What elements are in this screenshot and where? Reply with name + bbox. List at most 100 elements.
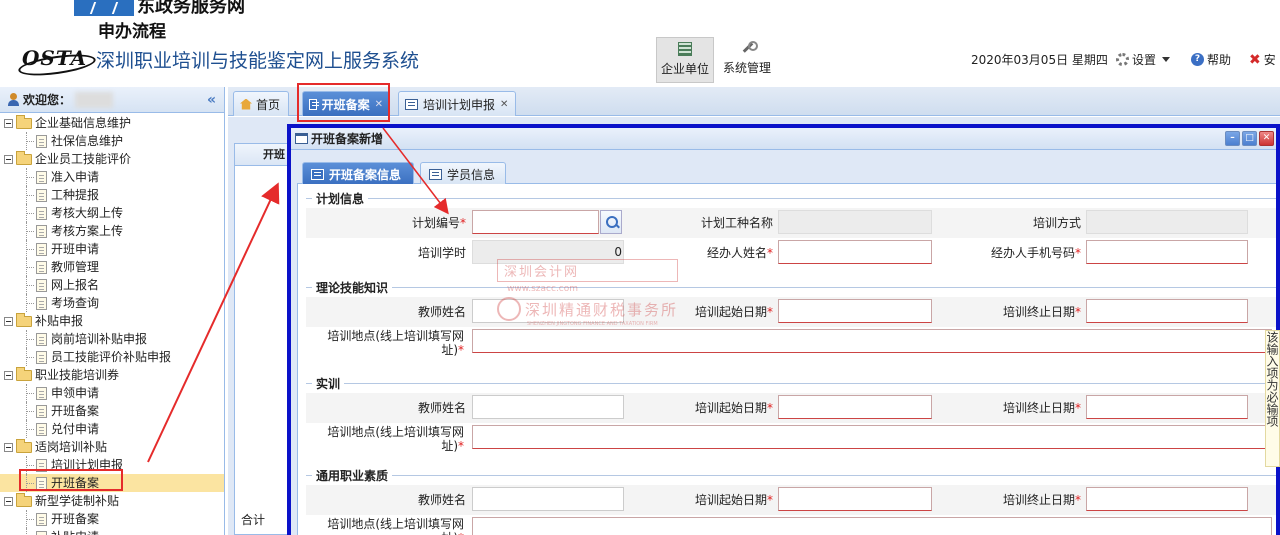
current-datetime: 2020年03月05日 星期四 — [971, 53, 1108, 67]
gov-portal-title: 东政务服务网 — [137, 0, 245, 17]
tree-item[interactable]: 培训计划申报 — [0, 456, 224, 474]
tree-group[interactable]: 补贴申报 — [0, 312, 224, 330]
document-icon — [36, 530, 47, 535]
handler-name-input[interactable] — [778, 240, 932, 264]
tree-item[interactable]: 申领申请 — [0, 384, 224, 402]
nav-system-management-button[interactable]: 系统管理 — [718, 37, 776, 83]
tab-class-filing-label: 开班备案 — [321, 97, 370, 112]
train-hours-field: 0 — [472, 240, 624, 264]
window-icon — [295, 133, 308, 144]
theory-place-input[interactable] — [472, 329, 1272, 353]
tab-class-filing[interactable]: 开班备案 ✕ — [302, 91, 390, 116]
logout-label: 安 — [1263, 53, 1276, 67]
tab-training-plan[interactable]: 培训计划申报 ✕ — [398, 91, 516, 116]
tree-item[interactable]: 准入申请 — [0, 168, 224, 186]
collapse-toggle-icon[interactable] — [4, 154, 13, 164]
plan-no-input[interactable] — [472, 210, 599, 234]
home-icon — [240, 98, 252, 110]
chevron-down-icon — [1162, 57, 1171, 62]
tree-item-label: 企业基础信息维护 — [35, 116, 132, 130]
tree-item-label: 职业技能培训券 — [35, 368, 120, 382]
collapse-toggle-icon[interactable] — [4, 370, 13, 380]
section-general-title: 通用职业素质 — [316, 469, 389, 483]
tree-item[interactable]: 开班备案 — [0, 402, 224, 420]
form-icon — [405, 98, 418, 110]
document-icon — [36, 170, 47, 184]
practice-teacher-input[interactable] — [472, 395, 624, 419]
document-icon — [36, 458, 47, 472]
tab-class-filing-info[interactable]: 开班备案信息 — [302, 162, 414, 185]
practice-end-date-input[interactable] — [1086, 395, 1248, 419]
theory-teacher-input[interactable] — [472, 299, 624, 323]
tree-group[interactable]: 适岗培训补贴 — [0, 438, 224, 456]
practice-teacher-label: 教师姓名 — [417, 401, 466, 415]
tree-item-label: 培训计划申报 — [51, 458, 124, 472]
tree-item-label: 考核大纲上传 — [51, 206, 124, 220]
nav-enterprise-button[interactable]: 企业单位 — [656, 37, 714, 83]
tree-item-label: 工种提报 — [51, 188, 100, 202]
collapse-icon[interactable]: « — [207, 92, 216, 108]
tree-item[interactable]: 工种提报 — [0, 186, 224, 204]
handler-phone-label: 经办人手机号码* — [990, 246, 1081, 260]
practice-start-date-input[interactable] — [778, 395, 932, 419]
welcome-text: 欢迎您： — [23, 93, 72, 107]
tree-item[interactable]: 员工技能评价补贴申报 — [0, 348, 224, 366]
gov-logo-icon — [74, 0, 134, 16]
tab-class-filing-info-label: 开班备案信息 — [329, 167, 402, 182]
tab-home[interactable]: 首页 — [233, 91, 289, 116]
sidebar-header: 欢迎您： « — [0, 87, 224, 113]
tab-close-icon[interactable]: ✕ — [500, 99, 508, 110]
settings-menu[interactable]: 设置 — [1116, 51, 1171, 68]
tree-item[interactable]: 考核方案上传 — [0, 222, 224, 240]
handler-phone-input[interactable] — [1086, 240, 1248, 264]
tree-item[interactable]: 考核大纲上传 — [0, 204, 224, 222]
tree-item[interactable]: 开班申请 — [0, 240, 224, 258]
tab-student-info[interactable]: 学员信息 — [420, 162, 506, 185]
tree-group[interactable]: 职业技能培训券 — [0, 366, 224, 384]
tree-group[interactable]: 新型学徒制补贴 — [0, 492, 224, 510]
apply-flow-link[interactable]: 申办流程 — [98, 17, 166, 42]
tree-item[interactable]: 网上报名 — [0, 276, 224, 294]
theory-start-date-input[interactable] — [778, 299, 932, 323]
tree-item[interactable]: 岗前培训补贴申报 — [0, 330, 224, 348]
building-icon — [678, 42, 692, 56]
tree-item[interactable]: 兑付申请 — [0, 420, 224, 438]
minimize-icon[interactable]: – — [1225, 131, 1240, 146]
theory-end-date-input[interactable] — [1086, 299, 1248, 323]
background-list-panel: 开班 合计 — [234, 143, 294, 535]
dialog-tab-bar: 开班备案信息 学员信息 — [297, 157, 1276, 185]
tree-group[interactable]: 企业员工技能评价 — [0, 150, 224, 168]
tree-item[interactable]: 开班备案 — [0, 510, 224, 528]
osta-logo: OSTA — [22, 46, 88, 70]
general-teacher-input[interactable] — [472, 487, 624, 511]
tree-item-label: 考场查询 — [51, 296, 100, 310]
general-end-date-input[interactable] — [1086, 487, 1248, 511]
tree-item[interactable]: 社保信息维护 — [0, 132, 224, 150]
form-row: 教师姓名 培训起始日期* 培训终止日期* — [306, 485, 1276, 515]
collapse-toggle-icon[interactable] — [4, 316, 13, 326]
tree-item[interactable]: 考场查询 — [0, 294, 224, 312]
maximize-icon[interactable]: □ — [1242, 131, 1257, 146]
logout-link[interactable]: ✖ 安 — [1249, 51, 1276, 68]
tree-item[interactable]: 教师管理 — [0, 258, 224, 276]
form-row: 计划编号* 计划工种名称 培训方式 — [306, 208, 1276, 238]
practice-place-input[interactable] — [472, 425, 1272, 449]
menu-tree: 企业基础信息维护社保信息维护 企业员工技能评价 准入申请工种提报考核大纲上传考核方案… — [0, 113, 224, 535]
close-icon[interactable]: ✕ — [1259, 131, 1274, 146]
collapse-toggle-icon[interactable] — [4, 442, 13, 452]
form-icon — [309, 98, 319, 110]
handler-name-label: 经办人姓名* — [706, 246, 773, 260]
collapse-toggle-icon[interactable] — [4, 118, 13, 128]
dialog-titlebar[interactable]: 开班备案新增 – □ ✕ — [291, 128, 1276, 150]
collapse-toggle-icon[interactable] — [4, 496, 13, 506]
tree-group[interactable]: 企业基础信息维护 — [0, 114, 224, 132]
username-redacted — [75, 91, 114, 108]
search-icon[interactable] — [600, 210, 622, 234]
general-place-input[interactable] — [472, 517, 1272, 535]
tree-item[interactable]: 补贴申请 — [0, 528, 224, 535]
tree-item[interactable]: 开班备案 — [0, 474, 224, 492]
tab-close-icon[interactable]: ✕ — [375, 99, 383, 110]
help-link[interactable]: ? 帮助 — [1191, 51, 1231, 68]
general-start-date-input[interactable] — [778, 487, 932, 511]
folder-icon — [16, 438, 32, 453]
